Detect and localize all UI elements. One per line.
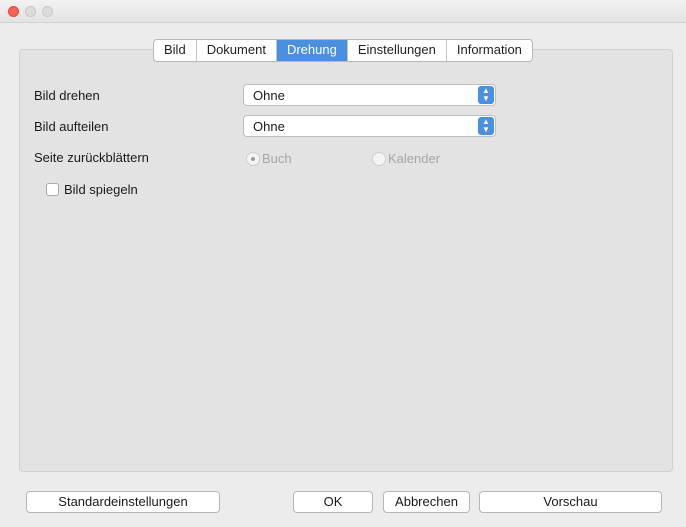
tab-information[interactable]: Information: [447, 40, 532, 61]
rotate-select[interactable]: Ohne ▲ ▼: [243, 84, 496, 106]
minimize-window-button[interactable]: [25, 6, 36, 17]
tab-einstellungen[interactable]: Einstellungen: [348, 40, 447, 61]
radio-kalender-label: Kalender: [388, 151, 441, 166]
title-bar: [0, 0, 686, 23]
mirror-label: Bild spiegeln: [64, 182, 138, 197]
rotate-value: Ohne: [253, 88, 285, 103]
select-stepper-icon: ▲ ▼: [478, 117, 494, 135]
defaults-button[interactable]: Standardeinstellungen: [26, 491, 220, 513]
radio-buch-label: Buch: [262, 151, 292, 166]
dialog-window: Bild Dokument Drehung Einstellungen Info…: [0, 0, 686, 527]
split-label: Bild aufteilen: [34, 119, 109, 134]
zoom-window-button[interactable]: [42, 6, 53, 17]
select-stepper-icon: ▲ ▼: [478, 86, 494, 104]
tab-bild[interactable]: Bild: [154, 40, 197, 61]
tab-drehung[interactable]: Drehung: [276, 40, 348, 61]
radio-selected-dot-icon: [251, 157, 255, 161]
radio-buch[interactable]: [246, 152, 260, 166]
cancel-button[interactable]: Abbrechen: [383, 491, 470, 513]
tab-content-panel: [19, 49, 673, 472]
tab-bar: Bild Dokument Drehung Einstellungen Info…: [153, 39, 533, 62]
radio-kalender[interactable]: [372, 152, 386, 166]
close-window-button[interactable]: [8, 6, 19, 17]
rotate-label: Bild drehen: [34, 88, 100, 103]
preview-button[interactable]: Vorschau: [479, 491, 662, 513]
mirror-checkbox[interactable]: [46, 183, 59, 196]
page-flip-label: Seite zurückblättern: [34, 150, 149, 165]
tab-dokument[interactable]: Dokument: [197, 40, 277, 61]
ok-button[interactable]: OK: [293, 491, 373, 513]
split-select[interactable]: Ohne ▲ ▼: [243, 115, 496, 137]
split-value: Ohne: [253, 119, 285, 134]
